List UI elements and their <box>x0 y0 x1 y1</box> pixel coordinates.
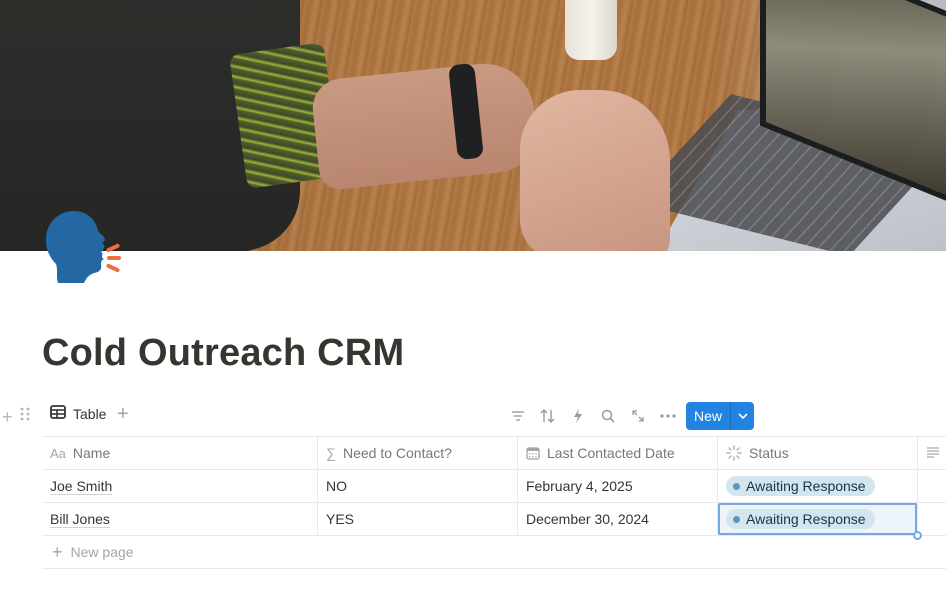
expand-icon[interactable] <box>623 402 653 430</box>
new-button[interactable]: New <box>686 402 730 430</box>
new-page-button[interactable]: + New page <box>42 535 946 569</box>
title-aa-icon: Aa <box>50 445 66 461</box>
automation-bolt-icon[interactable] <box>563 402 593 430</box>
database-table: Aa Name ∑ Need to Contact? Last Contacte… <box>42 436 946 569</box>
table-header-row: Aa Name ∑ Need to Contact? Last Contacte… <box>42 436 946 469</box>
search-icon[interactable] <box>593 402 623 430</box>
status-badge: Awaiting Response <box>726 509 875 529</box>
cover-arm <box>309 58 541 192</box>
cell-last-contacted[interactable]: December 30, 2024 <box>518 503 718 535</box>
column-header-last-contacted[interactable]: Last Contacted Date <box>518 437 718 469</box>
cell-status[interactable]: Awaiting Response <box>718 470 918 502</box>
new-dropdown-button[interactable] <box>730 402 754 430</box>
cover-bottle <box>565 0 617 60</box>
cell-need-to-contact[interactable]: YES <box>318 503 518 535</box>
add-property-menu[interactable] <box>918 437 946 469</box>
filter-icon[interactable] <box>503 402 533 430</box>
column-header-status[interactable]: Status <box>718 437 918 469</box>
table-row: Joe Smith NO February 4, 2025 Awaiting R… <box>42 469 946 502</box>
cell-status-selected[interactable]: Awaiting Response <box>718 503 922 540</box>
view-tab-label: Table <box>73 405 107 422</box>
table-icon <box>50 405 66 422</box>
plus-icon: + <box>52 542 63 562</box>
cell-name[interactable]: Bill Jones <box>42 503 318 535</box>
row-title-link[interactable]: Joe Smith <box>50 478 113 495</box>
formula-sigma-icon: ∑ <box>326 445 336 461</box>
cover-hands <box>520 90 670 251</box>
row-title-link[interactable]: Bill Jones <box>50 511 110 528</box>
add-block-plus-icon[interactable]: + <box>2 408 13 426</box>
status-dot-icon <box>733 515 740 523</box>
database-toolbar: New <box>503 402 755 430</box>
status-dot-icon <box>733 482 740 490</box>
cell-empty <box>918 470 946 502</box>
drag-handle-icon[interactable] <box>19 406 31 427</box>
status-spinner-icon <box>726 445 742 461</box>
view-tab-table[interactable]: Table <box>50 405 106 422</box>
sort-icon[interactable] <box>533 402 563 430</box>
new-button-group: New <box>686 402 755 430</box>
cell-name[interactable]: Joe Smith <box>42 470 318 502</box>
cover-image <box>0 0 946 251</box>
column-header-name[interactable]: Aa Name <box>42 437 318 469</box>
block-handles: + <box>2 406 31 427</box>
cell-empty <box>918 503 946 535</box>
chevron-down-icon <box>737 413 748 419</box>
status-badge: Awaiting Response <box>726 476 875 496</box>
page-title[interactable]: Cold Outreach CRM <box>42 332 404 375</box>
speaking-head-icon[interactable] <box>44 209 124 287</box>
add-view-plus-icon[interactable]: + <box>117 404 129 424</box>
more-icon[interactable] <box>653 402 683 430</box>
table-row: Bill Jones YES December 30, 2024 Awaitin… <box>42 502 946 540</box>
cell-need-to-contact[interactable]: NO <box>318 470 518 502</box>
calendar-icon <box>526 446 540 460</box>
cell-last-contacted[interactable]: February 4, 2025 <box>518 470 718 502</box>
column-header-need-to-contact[interactable]: ∑ Need to Contact? <box>318 437 518 469</box>
menu-lines-icon <box>926 445 940 461</box>
